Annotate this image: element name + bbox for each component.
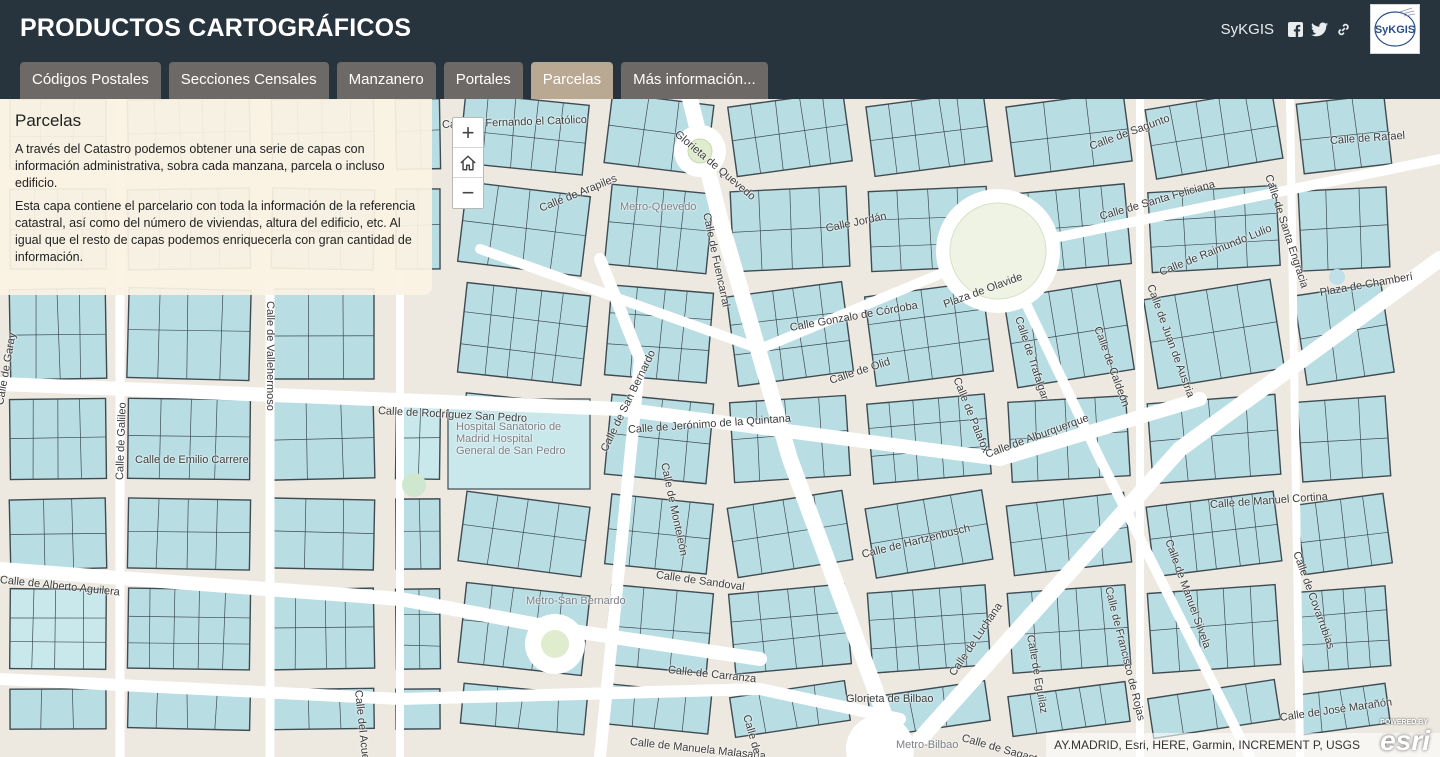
street-label: Hospital Sanatorio de Madrid Hospital Ge… (456, 421, 566, 457)
app-title: PRODUCTOS CARTOGRÁFICOS (20, 14, 412, 42)
tab-bar: Códigos Postales Secciones Censales Manz… (20, 62, 776, 99)
tab-parcelas[interactable]: Parcelas (530, 62, 614, 99)
zoom-in-button[interactable]: + (453, 118, 483, 148)
app-header: PRODUCTOS CARTOGRÁFICOS SyKGIS SyKGIS Có… (0, 0, 1440, 99)
twitter-icon[interactable] (1308, 18, 1330, 40)
street-label: Glorieta de Bilbao (846, 693, 934, 705)
logo-text: SyKGIS (1375, 24, 1415, 36)
street-label: Metro-Quevedo (620, 201, 697, 213)
esri-logo-text: esri (1380, 725, 1430, 756)
header-actions: SyKGIS SyKGIS (1221, 4, 1420, 54)
brand-link[interactable]: SyKGIS (1221, 21, 1274, 38)
tab-manzanero[interactable]: Manzanero (336, 62, 436, 99)
zoom-control: + − (452, 117, 484, 209)
street-label: Calle de Vallehermoso (264, 301, 276, 411)
facebook-icon[interactable] (1284, 18, 1306, 40)
zoom-out-button[interactable]: − (453, 178, 483, 208)
panel-paragraph-2: Esta capa contiene el parcelario con tod… (15, 199, 416, 264)
tab-mas-informacion[interactable]: Más información... (621, 62, 768, 99)
esri-logo[interactable]: POWERED BY esri (1374, 719, 1434, 755)
home-button[interactable] (453, 148, 483, 178)
sykgis-logo[interactable]: SyKGIS (1370, 4, 1420, 54)
home-icon (460, 155, 476, 170)
street-label: Metro-San Bernardo (526, 595, 626, 607)
panel-title: Parcelas (15, 111, 82, 130)
street-label: Calle de Emilio Carrere (135, 454, 249, 466)
street-label: Metro-Bilbao (896, 739, 959, 751)
tab-portales[interactable]: Portales (443, 62, 523, 99)
link-icon[interactable] (1332, 18, 1354, 40)
info-panel: Parcelas A través del Catastro podemos o… (0, 99, 432, 295)
panel-paragraph-1: A través del Catastro podemos obtener un… (15, 142, 385, 190)
tab-codigos-postales[interactable]: Códigos Postales (20, 62, 161, 99)
tab-secciones-censales[interactable]: Secciones Censales (168, 62, 329, 99)
